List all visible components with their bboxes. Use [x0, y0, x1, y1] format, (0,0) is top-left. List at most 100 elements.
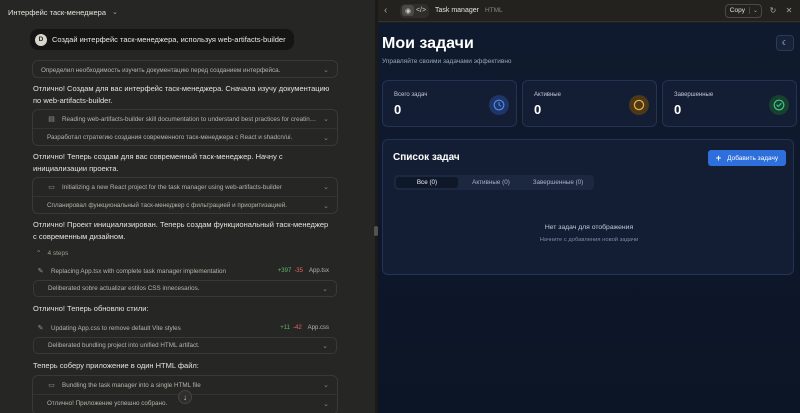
pencil-icon: ✎ — [37, 325, 44, 332]
stat-card-total: Всего задач 0 — [382, 80, 517, 127]
plus-icon: + — [715, 153, 722, 163]
stat-label: Активные — [534, 92, 561, 98]
thought-row[interactable]: Спланировал функциональный таск-менеджер… — [33, 196, 337, 214]
thought-text: Deliberated sobre actualizar estilos CSS… — [48, 285, 200, 292]
lines-added: +397 — [277, 268, 292, 274]
chevron-down-icon: ⌄ — [112, 9, 118, 16]
copy-label: Copy — [729, 7, 745, 14]
tool-row-reading[interactable]: ▤ Reading web-artifacts-builder skill do… — [33, 110, 337, 128]
chevron-down-icon[interactable]: ⌄ — [748, 7, 761, 14]
artifact-title: Task manager — [435, 7, 479, 14]
tool-block: ✎ Replacing App.tsx with complete task m… — [32, 261, 338, 298]
task-manager-app: Мои задачи Управляйте своими задачами эф… — [378, 23, 800, 413]
stat-value: 0 — [674, 102, 682, 117]
chat-panel: Интерфейс таск-менеджера ⌄ D Создай инте… — [0, 0, 375, 413]
tool-block: ▤ Reading web-artifacts-builder skill do… — [32, 109, 338, 146]
check-circle-icon — [769, 95, 789, 115]
user-message: D Создай интерфейс таск-менеджера, испол… — [30, 29, 294, 50]
stat-card-active: Активные 0 — [522, 80, 657, 127]
tool-row-text: Initializing a new React project for the… — [62, 183, 282, 191]
thought-row[interactable]: Deliberated bundling project into unifie… — [33, 337, 337, 354]
thought-row[interactable]: Определил необходимость изучить документ… — [33, 61, 337, 79]
chevron-down-icon: ⌄ — [323, 382, 329, 389]
chevron-down-icon: ⌄ — [323, 116, 329, 123]
tool-row-edit-css[interactable]: ✎ Updating App.css to remove default Vit… — [33, 319, 337, 337]
stat-label: Всего задач — [394, 92, 428, 98]
tool-row-init[interactable]: ▭ Initializing a new React project for t… — [33, 178, 337, 196]
lines-removed: -35 — [294, 268, 303, 274]
empty-state-subtitle: Начните с добавления новой задачи — [539, 237, 639, 243]
page-title: Мои задачи — [382, 35, 474, 52]
task-list-card: Список задач + Добавить задачу Все (0) А… — [382, 139, 794, 275]
chevron-down-icon: ⌄ — [323, 134, 329, 142]
book-icon: ▤ — [48, 116, 55, 123]
tool-block: ▭ Initializing a new React project for t… — [32, 177, 338, 214]
copy-button[interactable]: Copy ⌄ — [724, 3, 762, 18]
back-arrow-icon[interactable]: ‹ — [384, 5, 394, 16]
lines-added: +11 — [280, 325, 290, 331]
lines-removed: -42 — [292, 325, 302, 331]
tool-row-text: Bundling the task manager into a single … — [62, 381, 201, 389]
avatar: D — [35, 33, 47, 46]
view-toggle: ◉ </> — [400, 3, 429, 18]
thought-text: Определил необходимость изучить документ… — [41, 66, 281, 74]
pencil-icon: ✎ — [37, 268, 44, 275]
user-message-text: Создай интерфейс таск-менеджера, использ… — [52, 35, 286, 44]
tool-row-text: Updating App.css to remove default Vite … — [51, 324, 181, 332]
moon-icon: ☾ — [781, 40, 789, 47]
clock-icon — [489, 95, 509, 115]
page-subtitle: Управляйте своими задачами эффективно — [382, 58, 512, 65]
filter-tabs: Все (0) Активные (0) Завершенные (0) — [394, 175, 594, 190]
chevron-down-icon: ⌄ — [323, 202, 329, 210]
tool-row-edit-app[interactable]: ✎ Replacing App.tsx with complete task m… — [33, 262, 337, 280]
stat-value: 0 — [534, 102, 542, 117]
tab-completed[interactable]: Завершенные (0) — [524, 177, 592, 188]
terminal-icon: ▭ — [48, 382, 55, 389]
stat-label: Завершенные — [674, 92, 714, 98]
stat-card-completed: Завершенные 0 — [662, 80, 797, 127]
code-icon[interactable]: </> — [415, 5, 427, 16]
chevron-down-icon: ⌄ — [323, 400, 329, 408]
add-task-label: Добавить задачу — [727, 154, 779, 162]
stat-value: 0 — [394, 102, 402, 117]
artifact-type: HTML — [484, 7, 503, 14]
empty-state-title: Нет задач для отображения — [544, 224, 634, 231]
chevron-down-icon: ⌄ — [323, 184, 329, 191]
thought-text: Спланировал функциональный таск-менеджер… — [47, 202, 288, 209]
file-name: App.css — [307, 325, 329, 331]
assistant-paragraph: Теперь соберу приложение в один HTML фай… — [33, 361, 199, 370]
artifact-toolbar: ‹ ◉ </> Task manager HTML Copy ⌄ ↻ ✕ — [378, 0, 800, 22]
scroll-down-button[interactable]: ↓ — [178, 390, 192, 404]
tab-all[interactable]: Все (0) — [396, 177, 458, 188]
tool-row-text: Replacing App.tsx with complete task man… — [51, 267, 227, 275]
tab-active[interactable]: Активные (0) — [460, 177, 522, 188]
thought-row[interactable]: Разработал стратегию создания современно… — [33, 128, 337, 146]
add-task-button[interactable]: + Добавить задачу — [708, 150, 786, 166]
preview-eye-icon[interactable]: ◉ — [402, 5, 414, 16]
assistant-paragraph: Отлично! Теперь обновлю стили: — [33, 304, 149, 313]
tool-row-text: Reading web-artifacts-builder skill docu… — [62, 115, 318, 123]
theme-toggle-button[interactable]: ☾ — [776, 35, 794, 51]
assistant-paragraph: Отлично! Проект инициализирован. Теперь … — [33, 220, 329, 241]
thought-text: Deliberated bundling project into unifie… — [48, 342, 200, 349]
chevron-down-icon: ⌄ — [323, 67, 329, 74]
artifact-panel: ‹ ◉ </> Task manager HTML Copy ⌄ ↻ ✕ Мои… — [378, 0, 800, 413]
chevron-down-icon: ⌄ — [322, 342, 328, 350]
chevron-up-icon: ⌃ — [36, 250, 42, 257]
tool-block: ✎ Updating App.css to remove default Vit… — [32, 318, 338, 355]
thought-row[interactable]: Deliberated sobre actualizar estilos CSS… — [33, 280, 337, 297]
conversation-title-label: Интерфейс таск-менеджера — [8, 7, 107, 17]
steps-toggle[interactable]: ⌃ 4 steps — [36, 249, 69, 258]
thought-text: Разработал стратегию создания современно… — [47, 134, 293, 141]
conversation-title[interactable]: Интерфейс таск-менеджера ⌄ — [8, 5, 118, 19]
refresh-icon[interactable]: ↻ — [768, 6, 778, 15]
chevron-down-icon: ⌄ — [322, 285, 328, 293]
thought-block[interactable]: Определил необходимость изучить документ… — [32, 60, 338, 78]
task-list-title: Список задач — [393, 152, 460, 163]
close-icon[interactable]: ✕ — [784, 6, 794, 15]
steps-label: 4 steps — [47, 249, 69, 257]
arrow-down-icon: ↓ — [183, 392, 187, 402]
assistant-paragraph: Отлично! Создам для вас интерфейс таск-м… — [33, 84, 330, 105]
file-name: App.tsx — [308, 268, 329, 274]
terminal-icon: ▭ — [48, 184, 55, 191]
